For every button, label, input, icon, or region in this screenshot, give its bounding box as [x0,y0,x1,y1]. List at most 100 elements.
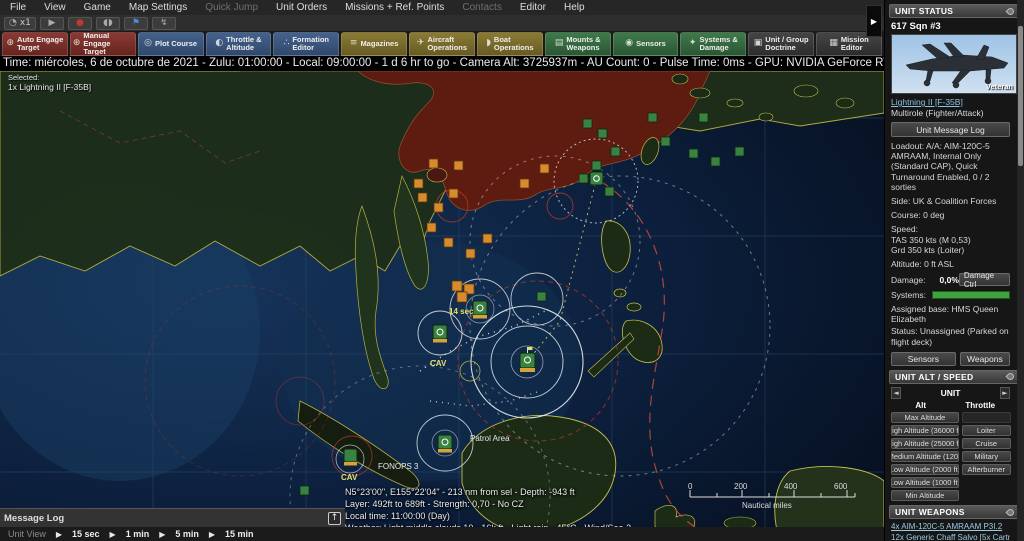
weapon-link-chaff[interactable]: 12x Generic Chaff Salvo [5x Cartridges] [891,533,1010,541]
medium-altitude-button[interactable]: Medium Altitude (1200 [891,451,959,463]
menu-help[interactable]: Help [564,2,585,13]
prev-unit-button[interactable]: ◄ [891,387,901,399]
unit-label-cav: CAV [430,359,447,368]
map-viewport[interactable]: 14 sec CAV CAV FONOPS 3 Patrol Area 0 20… [0,56,884,541]
unit-weapons-title: UNIT WEAPONS [895,507,965,517]
weapons-button[interactable]: Weapons [960,352,1010,366]
step-15sec-button[interactable]: 15 sec [72,529,100,539]
step-5min-button[interactable]: 5 min [175,529,199,539]
menu-contacts: Contacts [462,2,501,13]
damage-ctrl-button[interactable]: Damage Ctrl [959,273,1010,286]
play-button[interactable]: ▶ [40,17,64,30]
unit-db-link[interactable]: Lightning II [F-35B] [891,97,1010,107]
step-15min-button[interactable]: 15 min [225,529,254,539]
menu-missions-ref-points[interactable]: Missions + Ref. Points [345,2,444,13]
scrollbar-thumb[interactable] [1018,26,1023,166]
unit-weapons-header[interactable]: UNIT WEAPONS [889,505,1020,519]
formation-icon: ∴ [284,39,290,49]
low-altitude-2000-button[interactable]: Low Altitude (2000 ft) [891,464,959,476]
throttle-stop-button-disabled [962,412,1011,424]
pin-icon[interactable] [1006,372,1016,382]
plot-course-button[interactable]: ◎Plot Course [138,32,204,56]
unit-name: 617 Sqn #3 [891,21,1010,32]
play-step-icon: ▶ [110,530,116,539]
throttle-loiter-button[interactable]: Loiter [962,425,1011,437]
aircraft-operations-button[interactable]: ✈Aircraft Operations [409,32,475,56]
auto-engage-target-button[interactable]: ⊕Auto Engage Target [2,32,68,56]
systems-damage-button[interactable]: ✦Systems & Damage [680,32,746,56]
sensor-icon: ◉ [625,39,633,49]
high-altitude-25000-button[interactable]: High Altitude (25000 ft) [891,438,959,450]
countdown-label: 14 sec [449,307,474,316]
bolt-icon: ↯ [160,18,168,28]
time-step-bar: Unit View ▶ 15 sec ▶ 1 min ▶ 5 min ▶ 15 … [0,527,884,541]
map-dome-button[interactable]: ◖◗ [96,17,120,30]
formation-editor-button[interactable]: ∴Formation Editor [273,32,339,56]
systems-health-bar [932,291,1010,299]
unit-alt-speed-title: UNIT ALT / SPEED [895,372,973,382]
magazines-button[interactable]: ≡Magazines [341,32,407,56]
sensors-button[interactable]: Sensors [891,352,956,366]
pulse-button[interactable]: ↯ [152,17,176,30]
assigned-base-text: Assigned base: HMS Queen Elizabeth [891,304,1010,324]
throttle-altitude-button[interactable]: ◐Throttle & Altitude [206,32,272,56]
message-log-label: Message Log [4,513,64,524]
flag-button[interactable]: ⚑ [124,17,148,30]
unit-group-doctrine-button[interactable]: ▣Unit / Group Doctrine [748,32,814,56]
record-button[interactable]: ● [68,17,92,30]
right-side-panel: UNIT STATUS 617 Sqn #3 [884,0,1024,541]
throttle-cruise-button[interactable]: Cruise [962,438,1011,450]
command-modern-operations-window: File View Game Map Settings Quick Jump U… [0,0,1024,541]
menu-game[interactable]: Game [84,2,111,13]
map-canvas[interactable]: 14 sec CAV CAV FONOPS 3 Patrol Area 0 20… [0,71,884,541]
pin-icon[interactable] [1006,507,1016,517]
aircraft-icon: ✈ [417,39,425,49]
menu-map-settings[interactable]: Map Settings [129,2,187,13]
high-altitude-36000-button[interactable]: High Altitude (36000 ft) [891,425,959,437]
panel-collapse-button[interactable]: ▶ [866,5,882,37]
unit-message-log-button[interactable]: Unit Message Log [891,122,1010,137]
doctrine-icon: ▣ [754,39,763,49]
record-icon: ● [76,18,84,28]
pin-icon[interactable] [1006,6,1016,16]
expand-log-icon[interactable]: ↑ [328,512,341,525]
next-unit-button[interactable]: ► [1000,387,1010,399]
throttle-military-button[interactable]: Military [962,451,1011,463]
flag-icon: ⚑ [132,18,140,28]
step-1min-button[interactable]: 1 min [126,529,150,539]
panel-scrollbar[interactable] [1017,0,1024,541]
mounts-weapons-button[interactable]: ▤Mounts & Weapons [545,32,611,56]
dome-icon: ◖◗ [103,18,112,28]
cursor-position-line: N5°23'00", E155°22'04" - 213 nm from sel… [345,486,631,498]
menu-view[interactable]: View [44,2,66,13]
boat-operations-button[interactable]: ◗Boat Operations [477,32,543,56]
unit-alt-speed-header[interactable]: UNIT ALT / SPEED [889,370,1020,384]
gear-icon: ✦ [689,39,697,49]
weapon-link-amraam[interactable]: 4x AIM-120C-5 AMRAAM P3I.2 [891,522,1010,533]
unit-view-label: Unit View [8,529,46,539]
magazines-icon: ≡ [350,39,358,49]
time-compression-button[interactable]: ◔ x1 [4,17,36,30]
sonar-layer-line: Layer: 492ft to 689ft - Strength: 0,70 -… [345,498,631,510]
menu-editor[interactable]: Editor [520,2,546,13]
max-altitude-button[interactable]: Max Altitude [891,412,959,424]
unit-label-cav-2: CAV [341,473,358,482]
systems-label: Systems: [891,290,926,300]
menu-file[interactable]: File [10,2,26,13]
quickbar: ◔ x1 ▶ ● ◖◗ ⚑ ↯ [0,15,884,31]
manual-engage-target-button[interactable]: ⊕Manual Engage Target [70,32,136,56]
speed-grd: Grd 350 kts (Loiter) [891,245,1010,255]
menu-unit-orders[interactable]: Unit Orders [276,2,327,13]
svg-text:Nautical miles: Nautical miles [742,501,792,510]
message-log-bar[interactable]: Message Log ↑ [0,508,345,527]
crosshair-icon: ⊕ [7,39,15,49]
menubar: File View Game Map Settings Quick Jump U… [0,0,884,15]
sensors-toolbar-button[interactable]: ◉Sensors [613,32,679,56]
mounts-icon: ▤ [555,39,564,49]
unit-status-header[interactable]: UNIT STATUS [889,4,1020,18]
alt-column-label: Alt [891,401,951,410]
low-altitude-1000-button[interactable]: Low Altitude (1000 ft) [891,477,959,489]
min-altitude-button[interactable]: Min Altitude [891,490,959,502]
unit-status-title: UNIT STATUS [895,6,953,16]
throttle-afterburner-button[interactable]: Afterburner [962,464,1011,476]
